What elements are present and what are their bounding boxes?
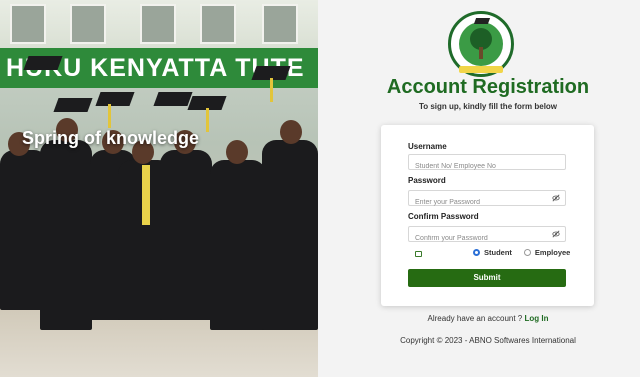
eye-slash-icon[interactable] [552, 194, 560, 202]
student-radio-label[interactable]: Student [484, 248, 512, 257]
confirm-password-input[interactable] [409, 231, 565, 246]
window [70, 4, 106, 44]
graduate-head [280, 120, 302, 144]
page-title: Account Registration [386, 76, 590, 98]
hero-slogan: Spring of knowledge [22, 128, 200, 148]
username-label: Username [408, 142, 447, 151]
graduate-gown [262, 140, 318, 330]
cap-tassel [270, 78, 273, 102]
graduate-cap [153, 92, 193, 106]
graduate-gown [160, 150, 212, 320]
employee-radio-label[interactable]: Employee [535, 248, 570, 257]
id-card-icon [415, 251, 422, 257]
cap-tassel [108, 104, 111, 128]
window [140, 4, 176, 44]
page-subtitle: To sign up, kindly fill the form below [418, 102, 558, 111]
graduate-cap [23, 56, 63, 70]
graduate-gown [40, 140, 92, 330]
student-radio[interactable] [473, 249, 480, 256]
cap-tassel [206, 108, 209, 132]
hero-photo: HUKU KENYATTA TUTE Spring of knowledge [0, 0, 318, 377]
university-crest-icon [448, 11, 514, 77]
graduate-head [226, 140, 248, 164]
graduate-gown [210, 160, 266, 330]
password-label: Password [408, 176, 446, 185]
window [262, 4, 298, 44]
crest-trunk [479, 47, 483, 59]
graduate-sash [142, 165, 150, 225]
window [200, 4, 236, 44]
password-input[interactable] [409, 195, 565, 210]
graduate-cap [53, 98, 93, 112]
registration-form: Username Password Confirm Password Stude… [381, 125, 594, 306]
crest-ribbon [459, 66, 503, 73]
login-link[interactable]: Log In [524, 314, 548, 323]
eye-slash-icon[interactable] [552, 230, 560, 238]
role-selector: Student Employee [473, 248, 582, 257]
confirm-password-field-box [408, 226, 566, 246]
submit-button[interactable]: Submit [408, 269, 566, 287]
username-field-box [408, 154, 566, 174]
window [10, 4, 46, 44]
confirm-password-label: Confirm Password [408, 212, 479, 221]
graduate-cap [95, 92, 135, 106]
crest-cap [473, 18, 491, 24]
password-field-box [408, 190, 566, 210]
login-prompt: Already have an account ? Log In [380, 314, 596, 323]
login-prompt-text: Already have an account ? [427, 314, 523, 323]
copyright-text: Copyright © 2023 - ABNO Softwares Intern… [400, 336, 576, 345]
employee-radio[interactable] [523, 249, 531, 256]
username-input[interactable] [409, 159, 565, 174]
